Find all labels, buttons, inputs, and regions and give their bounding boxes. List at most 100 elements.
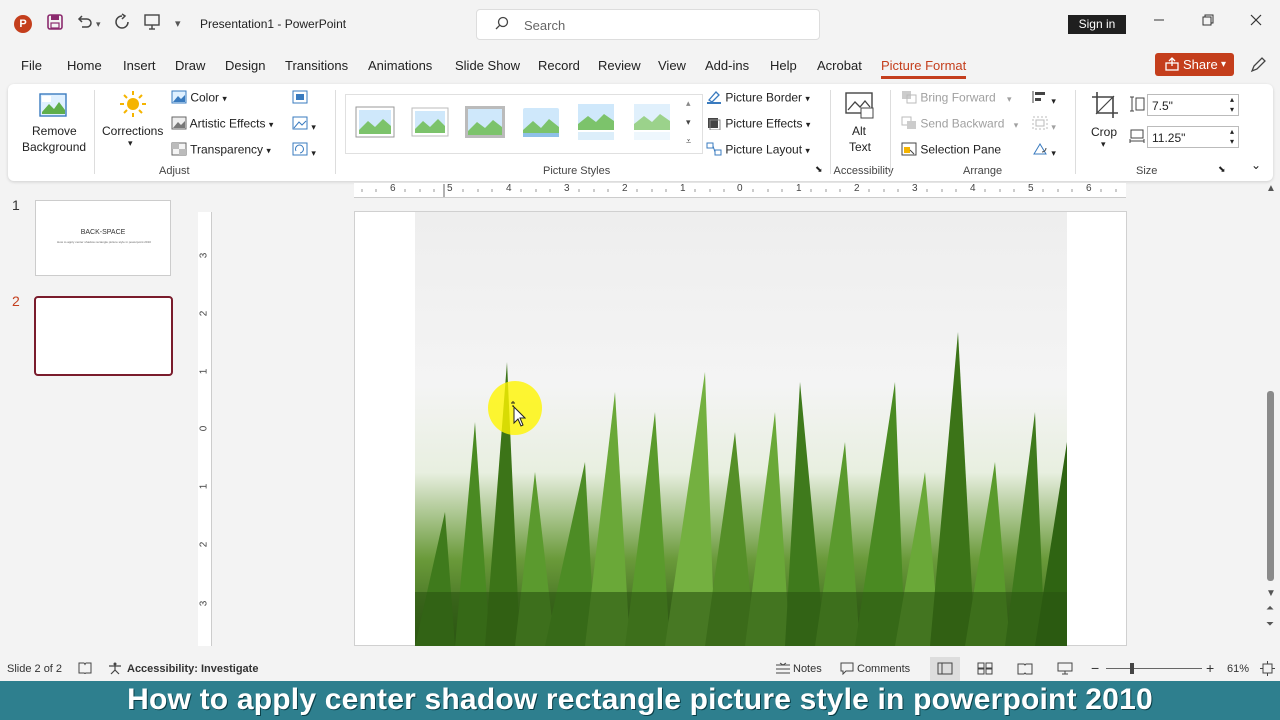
style-soft-reflected-icon[interactable] xyxy=(632,102,672,142)
minimize-icon[interactable] xyxy=(1153,13,1165,31)
style-simple-frame-icon[interactable] xyxy=(355,102,395,142)
width-up-icon[interactable]: ▴ xyxy=(1230,127,1234,136)
zoom-slider-thumb[interactable] xyxy=(1130,663,1134,674)
remove-background-icon[interactable] xyxy=(38,90,68,123)
restore-icon[interactable] xyxy=(1202,13,1214,31)
gallery-more-icon[interactable]: ⩡ xyxy=(686,136,691,147)
zoom-slider-track[interactable] xyxy=(1106,668,1202,669)
reset-picture-icon[interactable]: ▾ xyxy=(292,142,316,159)
shape-height-input[interactable]: 7.5" ▴ ▾ xyxy=(1147,94,1239,116)
notes-label[interactable]: Notes xyxy=(793,663,822,675)
height-up-icon[interactable]: ▴ xyxy=(1230,95,1234,104)
next-slide-icon[interactable]: ⏷ xyxy=(1266,619,1274,630)
height-down-icon[interactable]: ▾ xyxy=(1230,105,1234,114)
group-icon[interactable]: ▾ xyxy=(1032,116,1056,133)
present-icon[interactable] xyxy=(143,13,161,36)
close-icon[interactable] xyxy=(1250,13,1262,31)
corrections-label[interactable]: Corrections xyxy=(102,124,163,138)
fit-to-window-icon[interactable] xyxy=(1260,661,1275,679)
transparency-button[interactable]: Transparency ▾ xyxy=(171,142,271,159)
share-button[interactable]: Share ▾ xyxy=(1155,53,1234,76)
crop-dropdown-icon[interactable]: ▾ xyxy=(1101,139,1106,150)
undo-dropdown-icon[interactable]: ▾ xyxy=(96,19,101,30)
align-icon[interactable]: ▾ xyxy=(1032,90,1056,107)
tab-transitions[interactable]: Transitions xyxy=(285,58,348,73)
collapse-ribbon-icon[interactable]: ⌄ xyxy=(1251,158,1261,172)
accessibility-icon[interactable] xyxy=(108,662,122,678)
tab-animations[interactable]: Animations xyxy=(368,58,432,73)
format-picture-launcher-icon[interactable]: ⬊ xyxy=(815,164,823,175)
remove-background-label-2[interactable]: Background xyxy=(22,140,86,154)
size-launcher-icon[interactable]: ⬊ xyxy=(1218,164,1226,175)
remove-background-label-1[interactable]: Remove xyxy=(32,124,77,138)
redo-icon[interactable] xyxy=(113,13,131,36)
tab-slide-show[interactable]: Slide Show xyxy=(455,58,520,73)
gallery-up-icon[interactable]: ▴ xyxy=(686,98,691,109)
zoom-level[interactable]: 61% xyxy=(1227,663,1249,675)
slide-thumbnail-1[interactable]: BACK-SPACE How to apply center shadow re… xyxy=(35,200,171,276)
undo-icon[interactable] xyxy=(76,13,94,36)
style-rounded-icon[interactable] xyxy=(521,102,561,142)
notes-icon[interactable] xyxy=(775,662,791,678)
compress-pictures-icon[interactable] xyxy=(292,90,308,107)
slide-show-icon[interactable] xyxy=(1057,662,1073,678)
normal-view-icon[interactable] xyxy=(937,662,953,678)
slide-sorter-icon[interactable] xyxy=(977,662,993,678)
save-icon[interactable] xyxy=(46,13,64,36)
style-reflected-icon[interactable] xyxy=(576,102,616,142)
tab-acrobat[interactable]: Acrobat xyxy=(817,58,862,73)
reading-view-icon[interactable] xyxy=(1017,662,1033,678)
crop-label[interactable]: Crop xyxy=(1091,125,1117,139)
tab-design[interactable]: Design xyxy=(225,58,265,73)
change-picture-icon[interactable]: ▾ xyxy=(292,116,316,133)
artistic-effects-button[interactable]: Artistic Effects ▾ xyxy=(171,116,273,133)
tab-picture-format[interactable]: Picture Format xyxy=(881,58,967,79)
slide-thumbnail-2[interactable] xyxy=(34,296,173,376)
comments-icon[interactable] xyxy=(840,662,854,678)
tab-file[interactable]: File xyxy=(21,58,42,73)
comments-pen-icon[interactable] xyxy=(1249,56,1267,77)
tab-home[interactable]: Home xyxy=(67,58,102,73)
scroll-down-icon[interactable]: ▼ xyxy=(1266,588,1276,599)
alt-text-icon[interactable] xyxy=(844,90,874,123)
accessibility-status[interactable]: Accessibility: Investigate xyxy=(127,663,258,675)
alt-text-label-2[interactable]: Text xyxy=(849,140,871,154)
picture-layout-button[interactable]: Picture Layout ▾ xyxy=(706,142,810,159)
tab-insert[interactable]: Insert xyxy=(123,58,156,73)
share-dropdown-icon[interactable]: ▾ xyxy=(1221,59,1226,70)
style-soft-edge-icon[interactable] xyxy=(410,102,450,142)
tab-draw[interactable]: Draw xyxy=(175,58,205,73)
tab-review[interactable]: Review xyxy=(598,58,641,73)
selection-pane-button[interactable]: Selection Pane xyxy=(901,142,1001,159)
tab-help[interactable]: Help xyxy=(770,58,797,73)
send-backward-button[interactable]: Send Backward ▾ xyxy=(901,116,1018,133)
zoom-in-icon[interactable]: + xyxy=(1206,660,1214,676)
previous-slide-icon[interactable]: ⏶ xyxy=(1266,603,1274,614)
sign-in-button[interactable]: Sign in xyxy=(1068,15,1126,34)
tab-record[interactable]: Record xyxy=(538,58,580,73)
scroll-up-icon[interactable]: ▲ xyxy=(1266,183,1276,194)
vertical-scrollbar[interactable]: ▲ ▼ ⏶ ⏷ xyxy=(1262,183,1280,638)
tab-view[interactable]: View xyxy=(658,58,686,73)
shape-width-input[interactable]: 11.25" ▴ ▾ xyxy=(1147,126,1239,148)
ruler-label: 4 xyxy=(506,183,512,194)
zoom-out-icon[interactable]: − xyxy=(1091,660,1099,676)
customize-toolbar-icon[interactable]: ▾ xyxy=(175,17,181,30)
scrollbar-thumb[interactable] xyxy=(1267,391,1274,581)
comments-label[interactable]: Comments xyxy=(857,663,910,675)
picture-effects-button[interactable]: Picture Effects ▾ xyxy=(706,116,810,133)
crop-icon[interactable] xyxy=(1090,90,1120,123)
bring-forward-button[interactable]: Bring Forward ▾ xyxy=(901,90,1012,107)
corrections-dropdown-icon[interactable]: ▾ xyxy=(128,138,133,149)
color-button[interactable]: Color ▾ xyxy=(171,90,227,107)
alt-text-label-1[interactable]: Alt xyxy=(852,124,866,138)
spelling-icon[interactable] xyxy=(78,662,92,678)
gallery-down-icon[interactable]: ▾ xyxy=(686,117,691,128)
style-center-shadow-icon[interactable] xyxy=(465,102,505,142)
rotate-icon[interactable]: ▾ xyxy=(1032,142,1056,159)
picture-border-button[interactable]: Picture Border ▾ xyxy=(706,90,810,107)
width-down-icon[interactable]: ▾ xyxy=(1230,137,1234,146)
corrections-icon[interactable] xyxy=(118,89,148,122)
tab-add-ins[interactable]: Add-ins xyxy=(705,58,749,73)
search-box[interactable]: Search xyxy=(476,9,820,40)
